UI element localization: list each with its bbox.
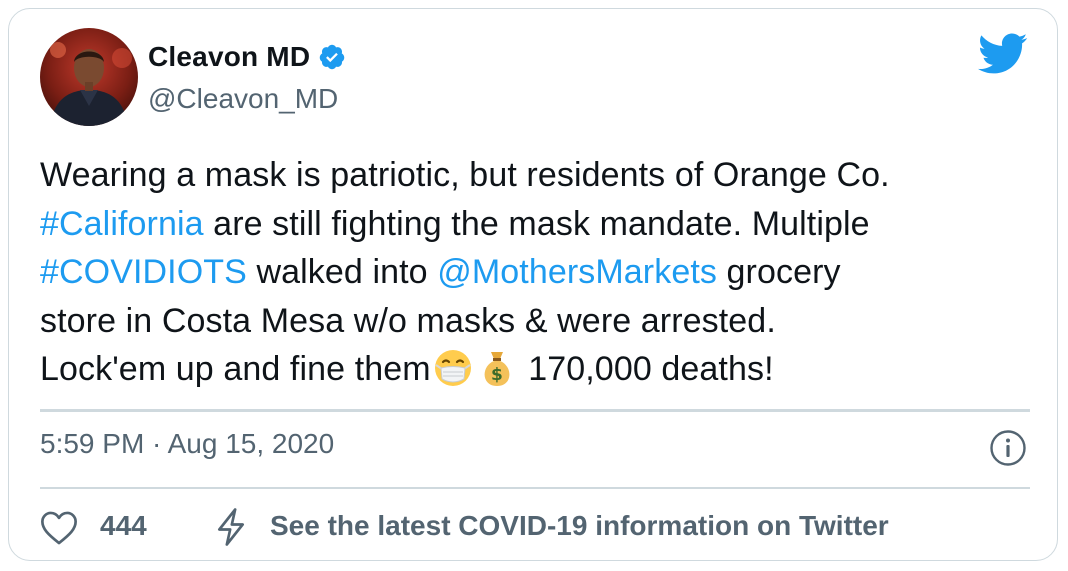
- tweet-line-1: Wearing a mask is patriotic, but residen…: [40, 156, 890, 194]
- tweet-line-5-text-b: 170,000 deaths!: [518, 350, 774, 388]
- lightning-bolt-icon[interactable]: [214, 507, 248, 547]
- tweet-card: Cleavon MD @Cleavon_MD Wearing a mask is…: [8, 8, 1058, 561]
- avatar-image: [40, 28, 138, 126]
- like-count[interactable]: 444: [100, 510, 147, 542]
- divider: [40, 409, 1030, 412]
- hashtag-covidiots-link[interactable]: #COVIDIOTS: [40, 253, 247, 291]
- twitter-bird-icon[interactable]: [977, 33, 1028, 75]
- tweet-line-3: #COVIDIOTS walked into @MothersMarkets g…: [40, 248, 1030, 297]
- tweet-line-3-text-b: grocery: [716, 253, 841, 291]
- author-name-row[interactable]: Cleavon MD: [148, 41, 346, 73]
- verified-badge-icon: [318, 43, 346, 71]
- tweet-line-2: #California are still fighting the mask …: [40, 200, 1030, 249]
- tweet-line-2-text: are still fighting the mask mandate. Mul…: [203, 204, 870, 243]
- tweet-line-5: Lock'em up and fine them $ 170,000 death…: [40, 345, 1030, 394]
- divider: [40, 487, 1030, 489]
- tweet-text: Wearing a mask is patriotic, but residen…: [40, 151, 1030, 394]
- svg-text:$: $: [491, 365, 503, 385]
- mention-mothersmarkets-link[interactable]: @MothersMarkets: [437, 253, 717, 291]
- tweet-line-4: store in Costa Mesa w/o masks & were arr…: [40, 301, 776, 340]
- money-bag-emoji: $: [475, 348, 519, 388]
- info-icon[interactable]: [989, 429, 1027, 467]
- tweet-line-3-text-a: walked into: [246, 253, 438, 291]
- author-display-name[interactable]: Cleavon MD: [148, 41, 310, 73]
- avatar[interactable]: [40, 28, 138, 126]
- tweet-timestamp[interactable]: 5:59 PM · Aug 15, 2020: [40, 428, 334, 460]
- face-with-medical-mask-emoji: [431, 348, 475, 388]
- covid-info-link[interactable]: See the latest COVID-19 information on T…: [270, 510, 889, 542]
- heart-icon[interactable]: [40, 510, 78, 546]
- hashtag-california-link[interactable]: #California: [40, 205, 204, 243]
- tweet-line-5-text-a: Lock'em up and fine them: [40, 350, 431, 388]
- author-handle[interactable]: @Cleavon_MD: [148, 83, 338, 115]
